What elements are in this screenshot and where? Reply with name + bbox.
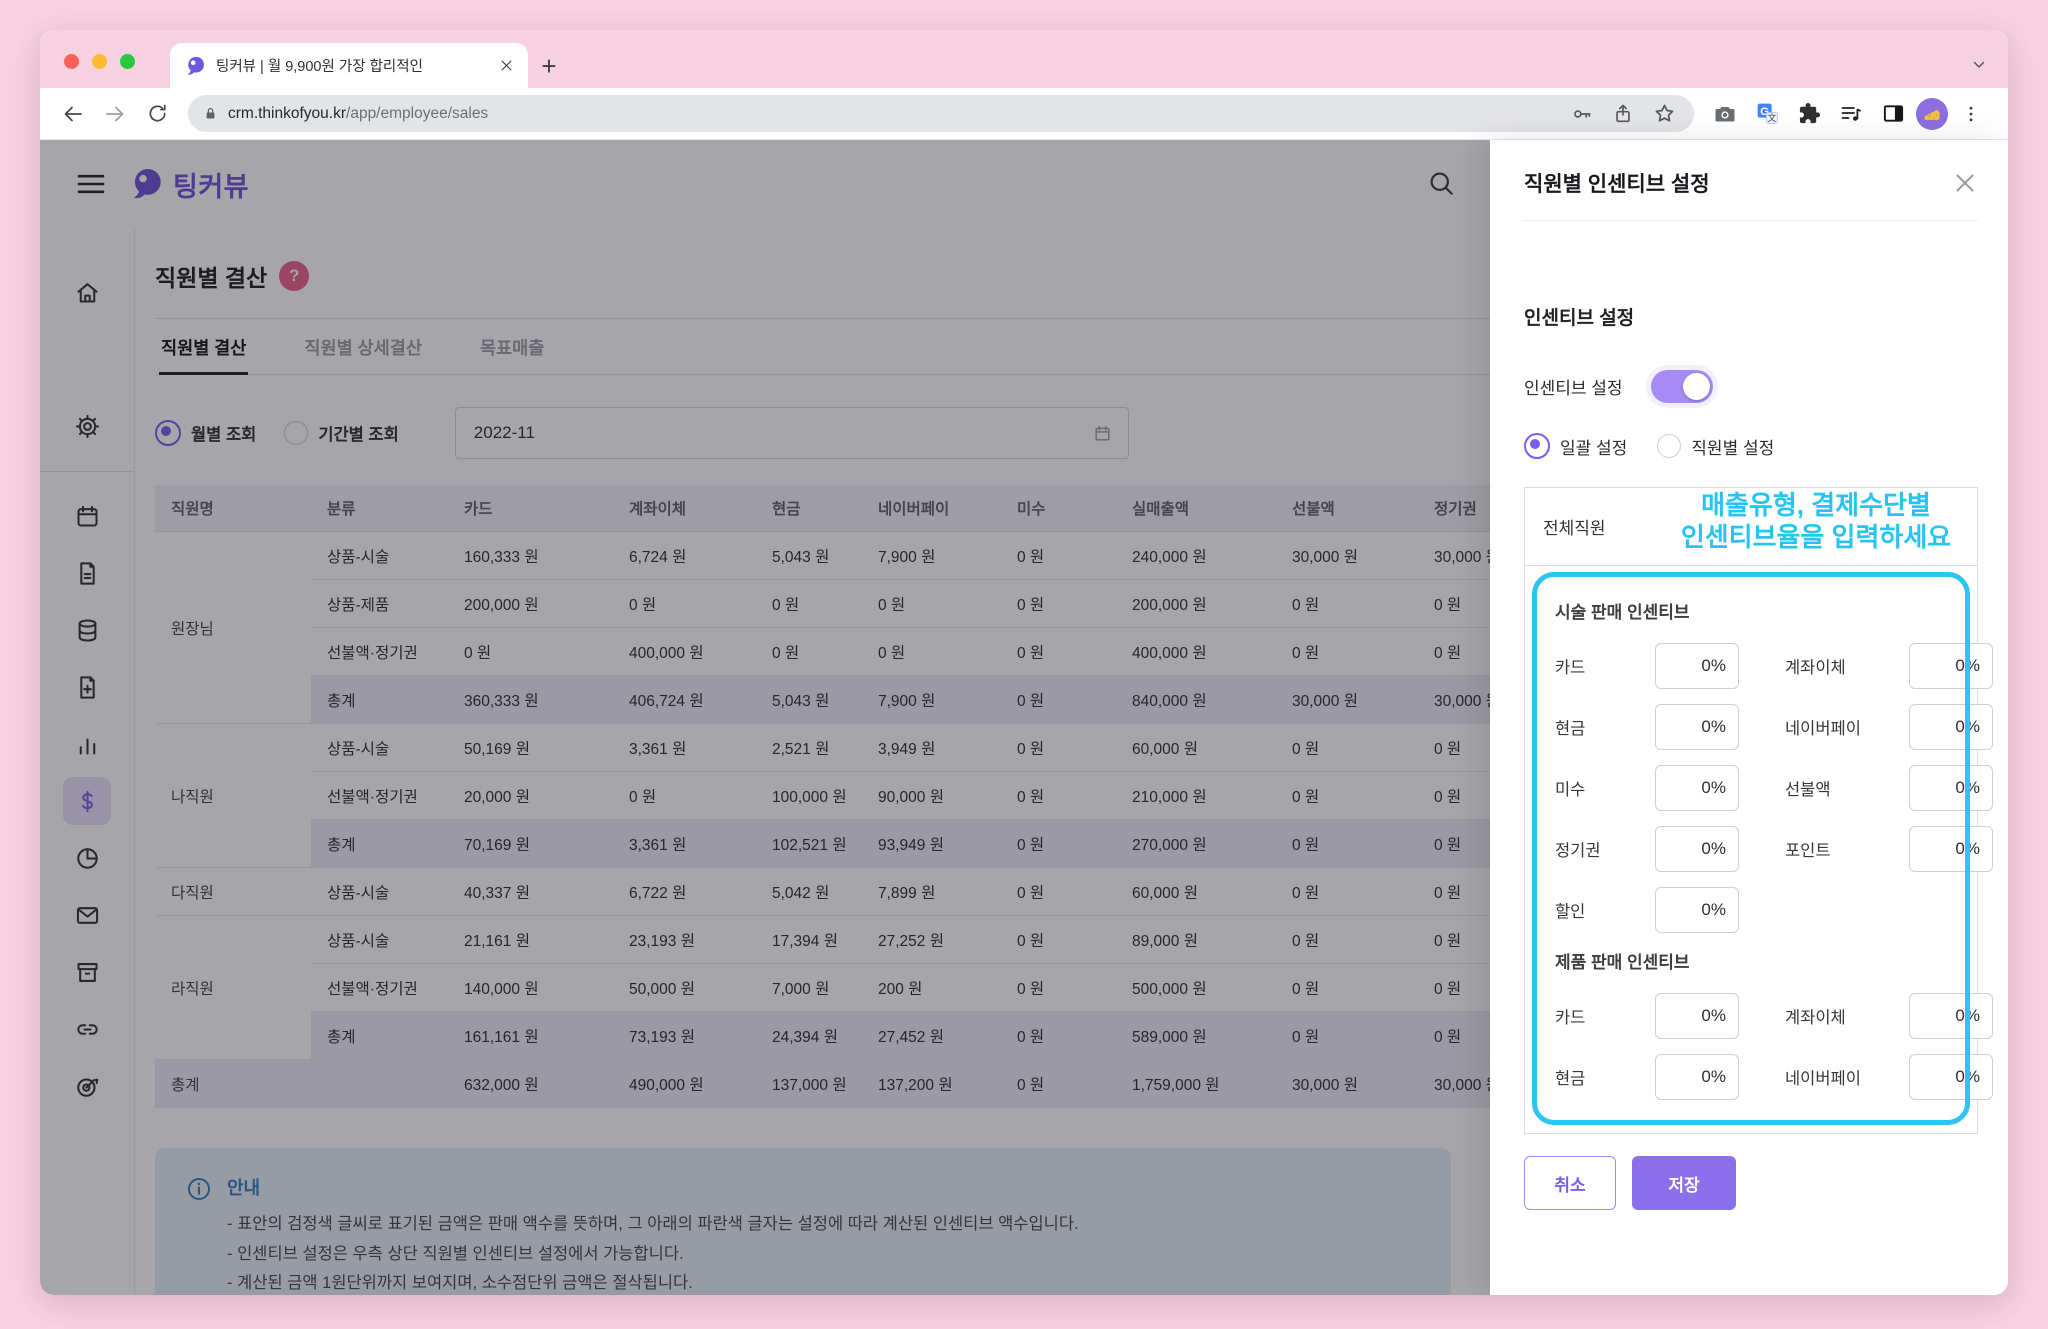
window-minimize-button[interactable] <box>92 54 107 69</box>
field-row: 정기권 포인트 <box>1555 826 1947 872</box>
incentive-settings-panel: 직원별 인센티브 설정 인센티브 설정 인센티브 설정 일괄 설정 직원별 설정… <box>1490 140 2008 1295</box>
field-label: 현금 <box>1555 1065 1655 1089</box>
percent-input[interactable] <box>1655 993 1739 1039</box>
field-row: 현금 네이버페이 <box>1555 1054 1947 1100</box>
browser-menu-icon[interactable] <box>1952 95 1990 133</box>
percent-input[interactable] <box>1909 704 1993 750</box>
percent-input[interactable] <box>1909 826 1993 872</box>
radio-bulk-setting[interactable] <box>1524 433 1550 459</box>
percent-input[interactable] <box>1655 704 1739 750</box>
sidebar-toggle-icon[interactable] <box>1874 95 1912 133</box>
reload-button[interactable] <box>138 95 176 133</box>
annotation-note: 매출유형, 결제수단별 인센티브율을 입력하세요 <box>1657 490 1975 553</box>
profile-avatar[interactable] <box>1916 98 1948 130</box>
field-label: 계좌이체 <box>1785 654 1909 678</box>
extensions-icon[interactable] <box>1790 95 1828 133</box>
radio-individual-setting[interactable] <box>1657 434 1681 458</box>
window-close-button[interactable] <box>64 54 79 69</box>
incentive-fields-area: 시술 판매 인센티브카드계좌이체현금네이버페이미수선불액정기권포인트할인제품 판… <box>1525 566 1977 1133</box>
incentive-section-title: 인센티브 설정 <box>1524 303 1978 330</box>
field-label: 할인 <box>1555 898 1655 922</box>
back-button[interactable] <box>54 95 92 133</box>
media-queue-icon[interactable] <box>1832 95 1870 133</box>
browser-tab[interactable]: 팅커뷰 | 월 9,900원 가장 합리적인 <box>170 43 528 88</box>
camera-icon[interactable] <box>1706 95 1744 133</box>
bookmark-star-icon[interactable] <box>1648 102 1680 125</box>
cancel-button[interactable]: 취소 <box>1524 1156 1616 1210</box>
browser-toolbar: crm.thinkofyou.kr/app/employee/sales G文 <box>40 88 2008 140</box>
percent-input[interactable] <box>1655 643 1739 689</box>
toolbar-extensions-area: G文 <box>1706 95 1994 133</box>
radio-individual-label: 직원별 설정 <box>1691 434 1774 459</box>
percent-input[interactable] <box>1909 993 1993 1039</box>
field-group-title: 제품 판매 인센티브 <box>1555 948 1955 973</box>
field-row: 카드 계좌이체 <box>1555 993 1947 1039</box>
modal-dim-overlay <box>40 140 1490 1295</box>
field-label: 정기권 <box>1555 837 1655 861</box>
field-label: 포인트 <box>1785 837 1909 861</box>
new-tab-button[interactable]: + <box>528 45 570 87</box>
field-row: 할인 <box>1555 887 1947 933</box>
field-row: 카드 계좌이체 <box>1555 643 1947 689</box>
window-maximize-button[interactable] <box>120 54 135 69</box>
field-label: 카드 <box>1555 654 1655 678</box>
traffic-lights <box>64 54 135 69</box>
panel-title: 직원별 인센티브 설정 <box>1524 168 1710 198</box>
field-group-title: 시술 판매 인센티브 <box>1555 598 1955 623</box>
field-label: 미수 <box>1555 776 1655 800</box>
percent-input[interactable] <box>1655 1054 1739 1100</box>
browser-window: 팅커뷰 | 월 9,900원 가장 합리적인 + crm.thinkofyou.… <box>40 30 2008 1295</box>
panel-close-icon[interactable] <box>1952 170 1978 196</box>
url-host: crm.thinkofyou.kr <box>228 105 346 122</box>
percent-input[interactable] <box>1655 887 1739 933</box>
field-label: 카드 <box>1555 1004 1655 1028</box>
field-label: 네이버페이 <box>1785 1065 1909 1089</box>
field-label: 네이버페이 <box>1785 715 1909 739</box>
percent-input[interactable] <box>1909 643 1993 689</box>
percent-input[interactable] <box>1655 826 1739 872</box>
tab-close-icon[interactable] <box>499 58 514 73</box>
field-label: 계좌이체 <box>1785 1004 1909 1028</box>
tab-favicon-icon <box>184 55 206 77</box>
app-viewport: 팅커뷰 <box>40 140 2008 1295</box>
toggle-knob <box>1683 373 1710 400</box>
forward-button[interactable] <box>96 95 134 133</box>
incentive-scope-box: 전체직원 매출유형, 결제수단별 인센티브율을 입력하세요 시술 판매 인센티브… <box>1524 487 1978 1134</box>
percent-input[interactable] <box>1909 765 1993 811</box>
svg-text:文: 文 <box>1767 112 1776 123</box>
field-row: 현금 네이버페이 <box>1555 704 1947 750</box>
incentive-toggle-label: 인센티브 설정 <box>1524 374 1623 399</box>
field-label: 선불액 <box>1785 776 1909 800</box>
tab-title: 팅커뷰 | 월 9,900원 가장 합리적인 <box>216 55 489 76</box>
key-icon[interactable] <box>1566 103 1598 125</box>
url-bar[interactable]: crm.thinkofyou.kr/app/employee/sales <box>188 95 1694 132</box>
field-row: 미수 선불액 <box>1555 765 1947 811</box>
scope-label: 전체직원 <box>1543 519 1606 538</box>
field-label: 현금 <box>1555 715 1655 739</box>
share-icon[interactable] <box>1607 103 1639 125</box>
percent-input[interactable] <box>1655 765 1739 811</box>
url-path: /app/employee/sales <box>346 105 488 122</box>
tabstrip-chevron-icon[interactable] <box>1970 55 1988 73</box>
browser-tab-strip: 팅커뷰 | 월 9,900원 가장 합리적인 + <box>40 30 2008 88</box>
percent-input[interactable] <box>1909 1054 1993 1100</box>
incentive-toggle[interactable] <box>1651 370 1713 403</box>
radio-bulk-label: 일괄 설정 <box>1560 434 1627 459</box>
lock-icon <box>202 105 219 122</box>
translate-icon[interactable]: G文 <box>1748 95 1786 133</box>
save-button[interactable]: 저장 <box>1632 1156 1736 1210</box>
